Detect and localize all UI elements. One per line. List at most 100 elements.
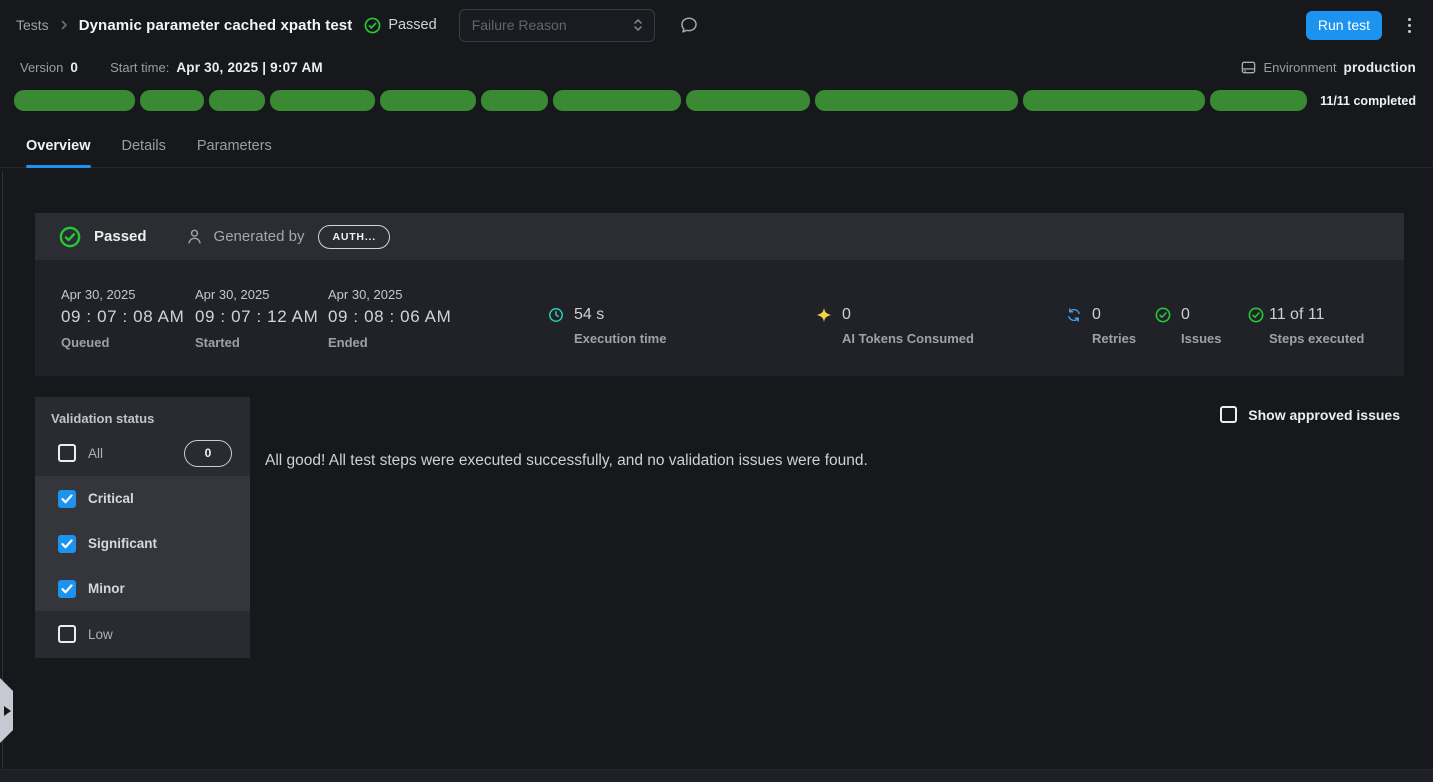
meta-row: Version 0 Start time: Apr 30, 2025 | 9:0…	[0, 50, 1433, 84]
validation-status-title: Validation status	[35, 397, 250, 430]
significant-checkbox[interactable]	[58, 535, 76, 553]
stat-execution-time: 54 s Execution time	[548, 306, 666, 346]
environment-drive-icon	[1240, 59, 1257, 76]
all-checkbox[interactable]	[58, 444, 76, 462]
filter-significant-label: Significant	[88, 536, 157, 551]
filter-all-label: All	[88, 446, 103, 461]
meta-left: Version 0 Start time: Apr 30, 2025 | 9:0…	[20, 60, 1240, 75]
environment: Environment production	[1240, 59, 1416, 76]
progress-segment[interactable]	[380, 90, 476, 111]
progress-segment[interactable]	[140, 90, 204, 111]
timestamp-time: 09 : 07 : 12 AM	[195, 307, 318, 327]
stat-retries: 0 Retries	[1066, 306, 1136, 346]
stat-issues: 0 Issues	[1155, 306, 1221, 346]
start-time-value: Apr 30, 2025 | 9:07 AM	[176, 60, 323, 75]
show-approved-checkbox[interactable]	[1220, 406, 1237, 423]
bottom-bar	[0, 769, 1433, 782]
filter-group: Critical Significant Minor	[35, 476, 250, 611]
summary-status-label: Passed	[94, 228, 147, 245]
check-circle-icon	[59, 226, 81, 248]
show-approved-label: Show approved issues	[1248, 407, 1400, 423]
panel-divider	[2, 171, 3, 769]
expand-panel-handle[interactable]	[0, 678, 13, 743]
tab-details[interactable]: Details	[122, 128, 166, 167]
progress-segment[interactable]	[1023, 90, 1204, 111]
app-root: Tests Dynamic parameter cached xpath tes…	[0, 0, 1433, 782]
version-value: 0	[70, 60, 78, 75]
breadcrumb-tests-link[interactable]: Tests	[16, 17, 49, 33]
select-chevrons-icon	[632, 17, 644, 33]
timestamp-time: 09 : 08 : 06 AM	[328, 307, 451, 327]
timestamp-date: Apr 30, 2025	[61, 287, 184, 302]
stat-label: Issues	[1155, 331, 1221, 346]
timestamp-date: Apr 30, 2025	[195, 287, 318, 302]
tab-overview[interactable]: Overview	[26, 128, 91, 167]
environment-label: Environment	[1264, 60, 1337, 75]
progress-segment[interactable]	[481, 90, 548, 111]
chevron-right-icon	[4, 706, 11, 716]
timestamp-label: Started	[195, 335, 318, 350]
progress-segment[interactable]	[14, 90, 135, 111]
timestamp-label: Queued	[61, 335, 184, 350]
clock-icon	[548, 307, 564, 323]
top-bar-actions: Run test	[1306, 11, 1417, 40]
progress-segment[interactable]	[553, 90, 680, 111]
stat-value: 0	[1092, 306, 1101, 324]
stat-label: Retries	[1066, 331, 1136, 346]
kebab-menu-icon[interactable]	[1402, 14, 1417, 37]
filter-all[interactable]: All 0	[35, 430, 250, 476]
generated-by-pill[interactable]: AUTH...	[318, 225, 390, 249]
stat-value: 0	[1181, 306, 1190, 324]
progress-row: 11/11 completed	[0, 84, 1433, 111]
comment-icon[interactable]	[679, 15, 699, 35]
stat-label: AI Tokens Consumed	[816, 331, 974, 346]
all-good-message: All good! All test steps were executed s…	[265, 452, 868, 470]
stat-value: 0	[842, 306, 851, 324]
show-approved-issues[interactable]: Show approved issues	[1220, 406, 1400, 423]
start-time-label: Start time:	[110, 60, 169, 75]
run-test-button[interactable]: Run test	[1306, 11, 1382, 40]
progress-segment[interactable]	[815, 90, 1019, 111]
filter-low[interactable]: Low	[35, 611, 250, 657]
summary-card-header: Passed Generated by AUTH...	[35, 213, 1404, 260]
version-label: Version	[20, 60, 63, 75]
page-title: Dynamic parameter cached xpath test	[79, 17, 353, 34]
filter-minor[interactable]: Minor	[35, 566, 250, 611]
top-bar: Tests Dynamic parameter cached xpath tes…	[0, 0, 1433, 50]
progress-segment[interactable]	[1210, 90, 1307, 111]
status-label: Passed	[388, 17, 436, 33]
generated-by-label: Generated by	[214, 228, 305, 245]
environment-value: production	[1344, 60, 1417, 75]
stat-steps-executed: 11 of 11 Steps executed	[1248, 306, 1364, 346]
filter-significant[interactable]: Significant	[35, 521, 250, 566]
tab-bar: Overview Details Parameters	[0, 128, 1433, 168]
timestamp-queued: Apr 30, 2025 09 : 07 : 08 AM Queued	[61, 287, 184, 350]
stat-value: 11 of 11	[1269, 306, 1324, 324]
summary-card-body: Apr 30, 2025 09 : 07 : 08 AM Queued Apr …	[35, 260, 1404, 376]
check-circle-icon	[364, 17, 381, 34]
validation-status-panel: Validation status All 0 Critical Signifi…	[35, 397, 250, 658]
critical-checkbox[interactable]	[58, 490, 76, 508]
issue-count-badge: 0	[184, 440, 232, 467]
sparkle-icon	[816, 307, 832, 323]
progress-completed-label: 11/11 completed	[1320, 94, 1416, 108]
stat-label: Execution time	[548, 331, 666, 346]
tab-parameters[interactable]: Parameters	[197, 128, 272, 167]
timestamp-ended: Apr 30, 2025 09 : 08 : 06 AM Ended	[328, 287, 451, 350]
progress-segment[interactable]	[686, 90, 810, 111]
timestamp-time: 09 : 07 : 08 AM	[61, 307, 184, 327]
progress-bar	[14, 90, 1307, 111]
low-checkbox[interactable]	[58, 625, 76, 643]
progress-segment[interactable]	[209, 90, 264, 111]
breadcrumb: Tests Dynamic parameter cached xpath tes…	[16, 9, 1306, 42]
summary-card: Passed Generated by AUTH... Apr 30, 2025…	[35, 213, 1404, 376]
failure-reason-placeholder: Failure Reason	[472, 17, 567, 33]
filter-low-label: Low	[88, 627, 113, 642]
stat-label: Steps executed	[1248, 331, 1364, 346]
filter-minor-label: Minor	[88, 581, 125, 596]
failure-reason-select[interactable]: Failure Reason	[459, 9, 655, 42]
stat-ai-tokens: 0 AI Tokens Consumed	[816, 306, 974, 346]
minor-checkbox[interactable]	[58, 580, 76, 598]
progress-segment[interactable]	[270, 90, 375, 111]
filter-critical[interactable]: Critical	[35, 476, 250, 521]
